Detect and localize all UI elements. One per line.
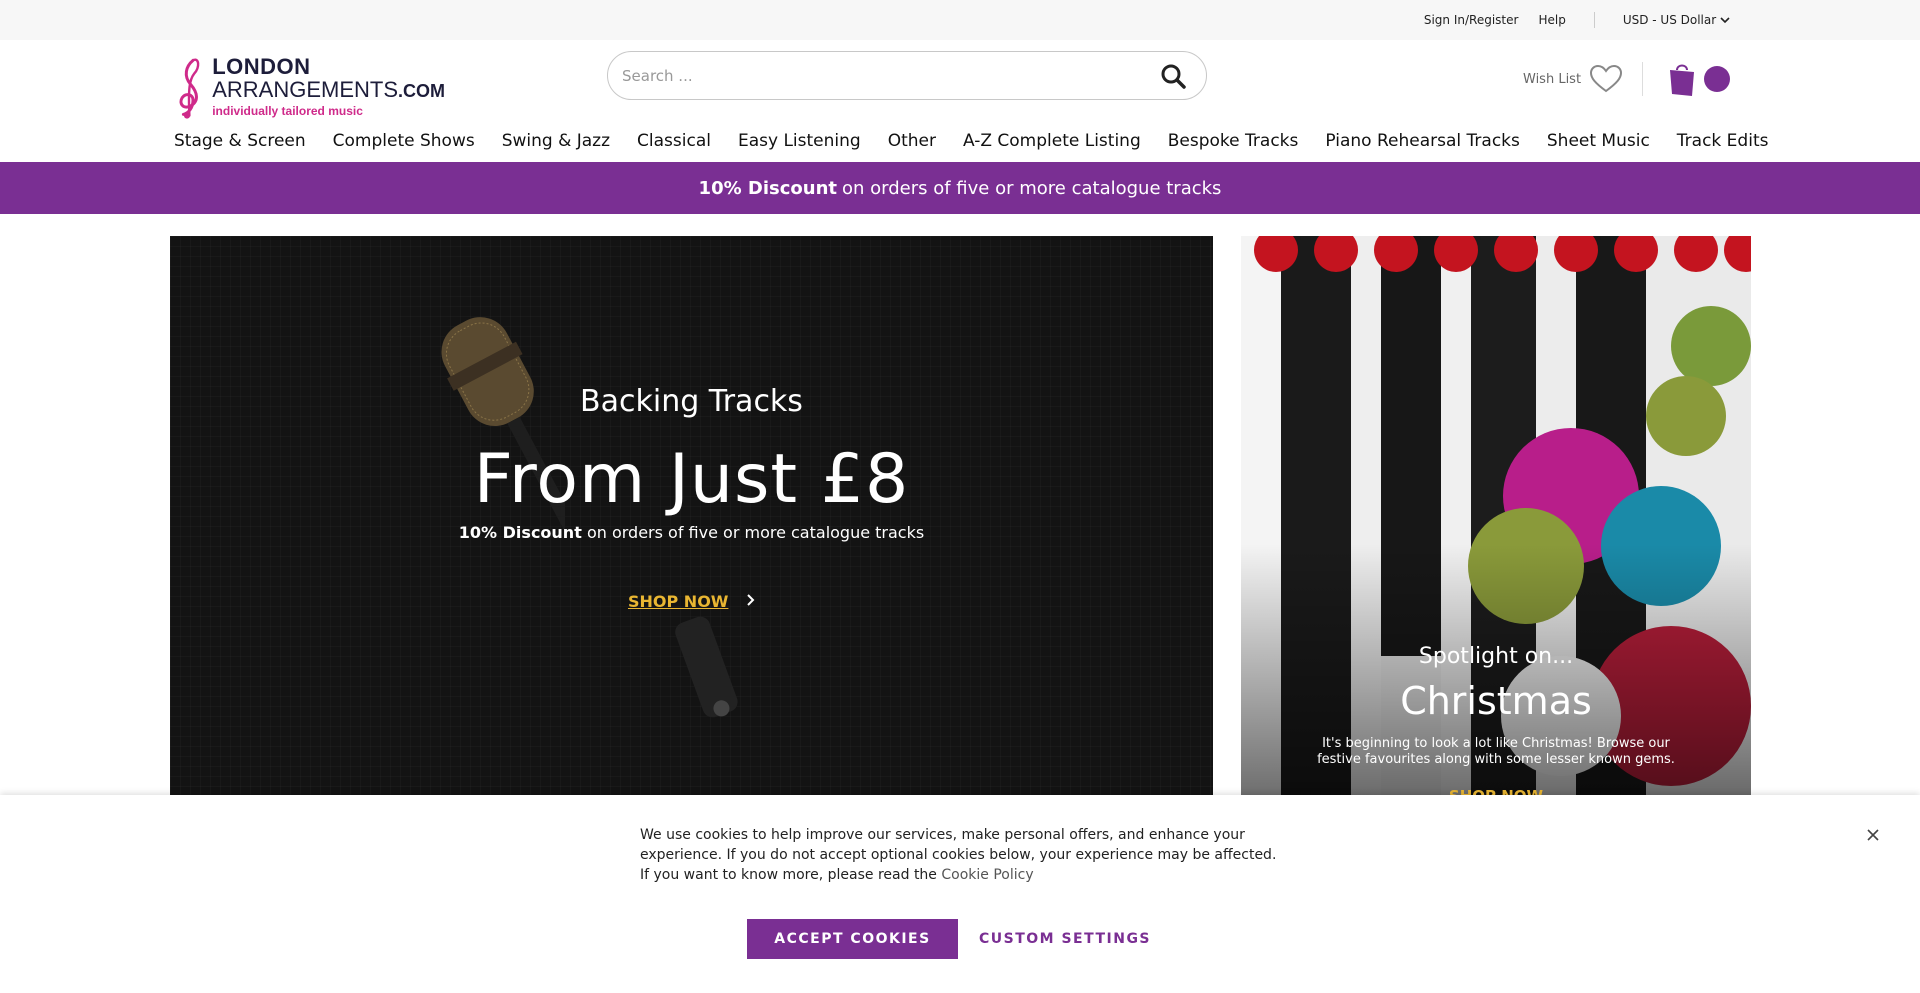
promo-text: on orders of five or more catalogue trac… xyxy=(842,177,1222,199)
custom-settings-button[interactable]: CUSTOM SETTINGS xyxy=(975,919,1155,959)
nav-item-complete-shows[interactable]: Complete Shows xyxy=(333,131,475,151)
nav-item-a-z-listing[interactable]: A-Z Complete Listing xyxy=(963,131,1141,151)
hero-kicker: Backing Tracks xyxy=(580,384,803,419)
cookie-message: We use cookies to help improve our servi… xyxy=(640,825,1280,885)
cart-count-badge xyxy=(1704,66,1730,92)
spotlight-body: It's beginning to look a lot like Christ… xyxy=(1317,736,1675,767)
logo-tagline: individually tailored music xyxy=(212,103,363,118)
hero-headline: From Just £8 xyxy=(473,440,910,519)
site-logo[interactable]: LONDON ARRANGEMENTS.COM individually tai… xyxy=(175,18,445,146)
microphone-base-image xyxy=(675,616,738,718)
hero-discount-text: on orders of five or more catalogue trac… xyxy=(586,523,925,542)
hero-backing-tracks[interactable]: Backing Tracks From Just £8 10% Discount… xyxy=(170,236,1213,796)
site-header: LONDON ARRANGEMENTS.COM individually tai… xyxy=(0,40,1920,128)
search-input[interactable] xyxy=(622,66,1160,85)
accept-cookies-button[interactable]: ACCEPT COOKIES xyxy=(747,919,958,959)
promo-banner[interactable]: 10% Discount on orders of five or more c… xyxy=(0,162,1920,214)
nav-item-classical[interactable]: Classical xyxy=(637,131,711,151)
logo-suffix: .COM xyxy=(398,80,445,101)
cart-button[interactable] xyxy=(1668,60,1730,98)
nav-item-other[interactable]: Other xyxy=(888,131,936,151)
search-icon[interactable] xyxy=(1160,63,1186,89)
hero-shop-now-link[interactable]: SHOP NOW xyxy=(170,592,1213,611)
search-bar xyxy=(607,51,1207,100)
wishlist-link[interactable]: Wish List xyxy=(1523,64,1623,94)
spotlight-kicker: Spotlight on... xyxy=(1418,644,1574,669)
hero-discount-bold: 10% Discount xyxy=(458,523,582,542)
cookie-policy-link[interactable]: Cookie Policy xyxy=(941,867,1033,883)
nav-item-sheet-music[interactable]: Sheet Music xyxy=(1547,131,1650,151)
heart-icon xyxy=(1590,64,1623,93)
nav-item-swing-jazz[interactable]: Swing & Jazz xyxy=(502,131,610,151)
spotlight-christmas[interactable]: Spotlight on... Christmas It's beginning… xyxy=(1241,236,1751,796)
nav-item-track-edits[interactable]: Track Edits xyxy=(1677,131,1769,151)
nav-item-easy-listening[interactable]: Easy Listening xyxy=(738,131,861,151)
treble-clef-icon xyxy=(179,58,200,119)
wishlist-label: Wish List xyxy=(1523,71,1582,87)
cookie-banner: We use cookies to help improve our servi… xyxy=(0,795,1920,993)
topbar-divider xyxy=(1593,12,1595,28)
nav-item-piano-rehearsal[interactable]: Piano Rehearsal Tracks xyxy=(1325,131,1520,151)
spotlight-title: Christmas xyxy=(1400,679,1592,723)
nav-item-bespoke-tracks[interactable]: Bespoke Tracks xyxy=(1168,131,1299,151)
chevron-down-icon xyxy=(1720,17,1730,24)
hero-shop-now-label: SHOP NOW xyxy=(627,592,729,611)
shopping-bag-icon xyxy=(1670,64,1694,96)
nav-item-stage-screen[interactable]: Stage & Screen xyxy=(174,131,306,151)
currency-label: USD - US Dollar xyxy=(1622,13,1717,27)
hero-discount: 10% Discount on orders of five or more c… xyxy=(170,523,1213,542)
help-link[interactable]: Help xyxy=(1538,13,1565,27)
promo-bold: 10% Discount xyxy=(698,177,837,199)
logo-line-1: LONDON xyxy=(212,53,311,79)
logo-name: ARRANGEMENTS xyxy=(212,76,398,102)
sign-in-register-link[interactable]: Sign In/Register xyxy=(1424,13,1519,27)
main-nav: Stage & Screen Complete Shows Swing & Ja… xyxy=(174,128,1795,154)
logo-line-2: ARRANGEMENTS.COM xyxy=(212,76,445,103)
currency-selector[interactable]: USD - US Dollar xyxy=(1623,13,1730,27)
header-divider xyxy=(1642,62,1643,96)
close-icon[interactable] xyxy=(1866,828,1880,842)
chevron-right-icon xyxy=(747,594,755,606)
